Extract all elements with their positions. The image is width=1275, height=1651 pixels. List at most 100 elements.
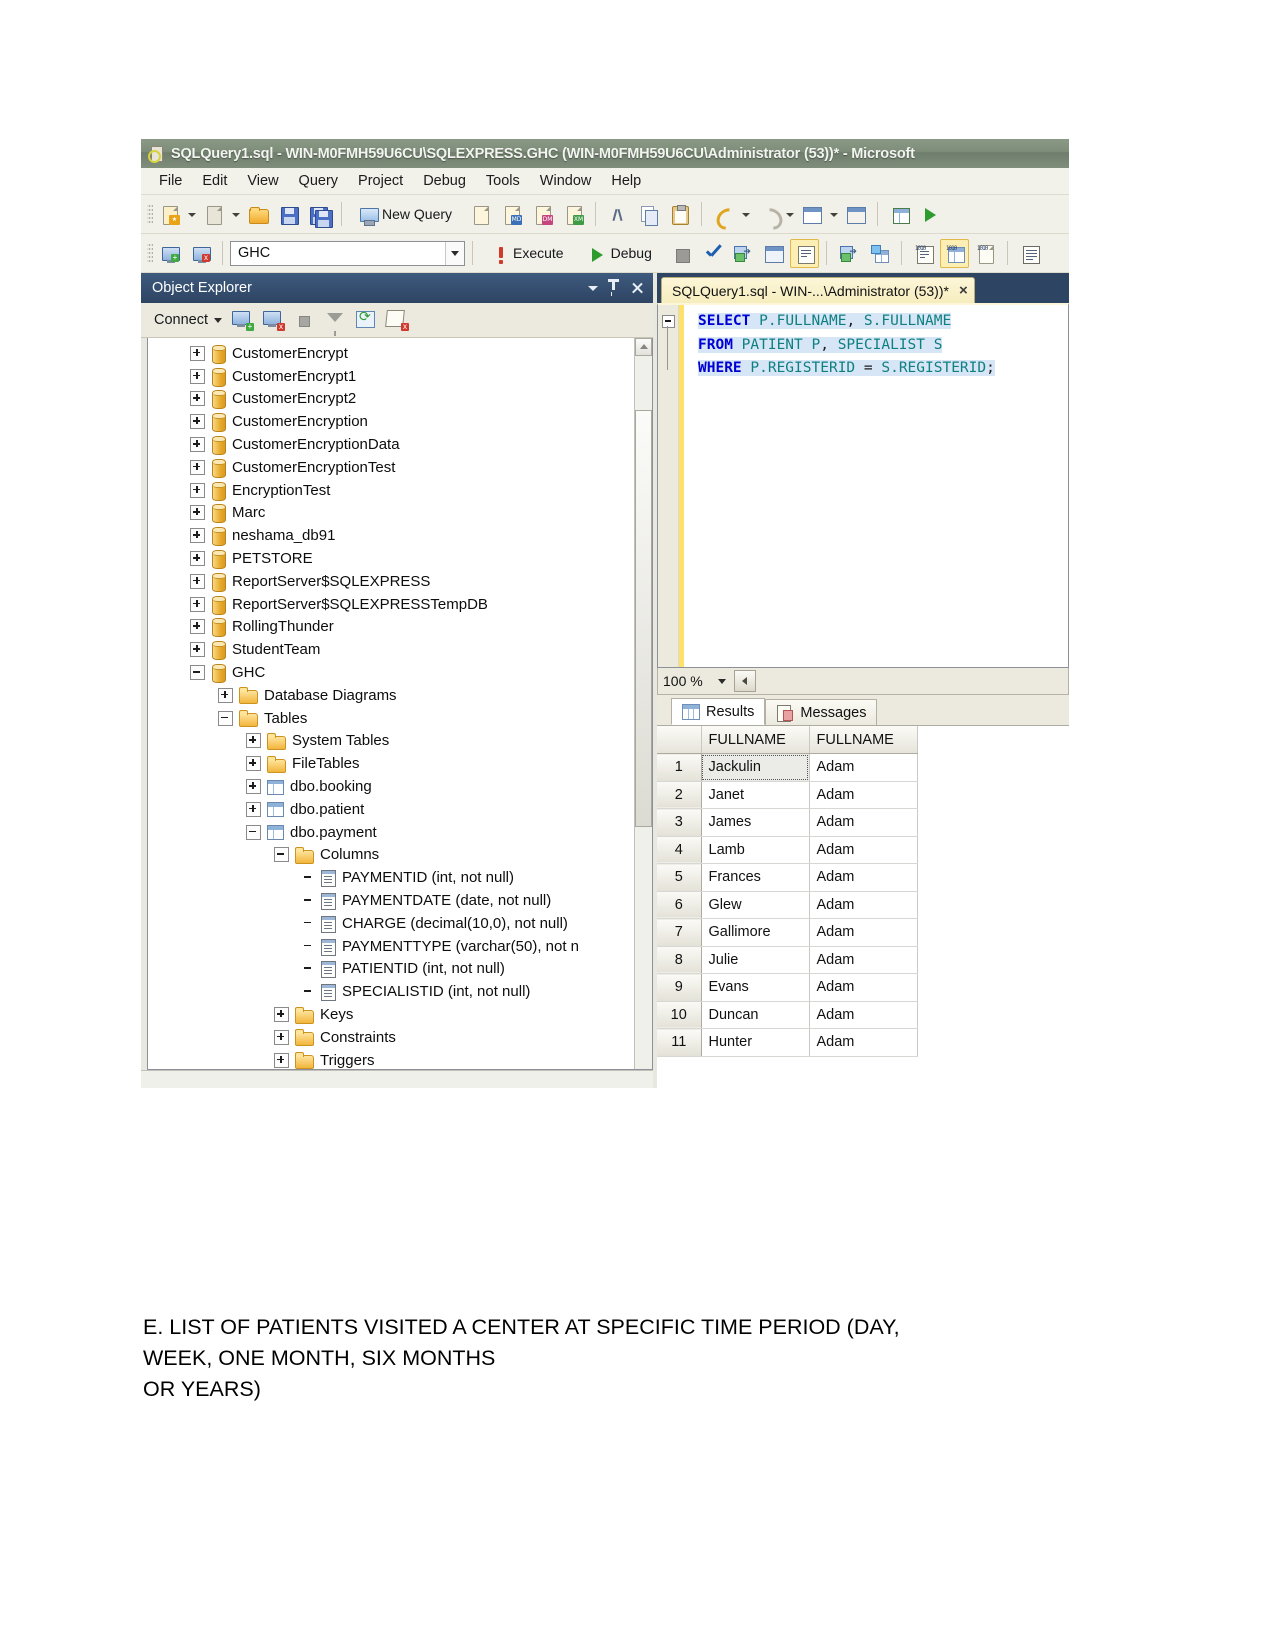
row-number[interactable]: 6 bbox=[657, 891, 702, 919]
database-selector[interactable]: GHC bbox=[230, 240, 465, 266]
expand-icon[interactable] bbox=[190, 505, 205, 521]
expand-icon[interactable] bbox=[218, 687, 233, 703]
tree-node[interactable]: dbo.payment bbox=[148, 821, 635, 844]
expand-icon[interactable] bbox=[246, 733, 261, 749]
expand-icon[interactable] bbox=[190, 642, 205, 658]
cell-fullname-patient[interactable]: Julie bbox=[701, 946, 810, 974]
expand-icon[interactable] bbox=[190, 596, 205, 612]
tree-node[interactable]: CustomerEncrypt2 bbox=[148, 388, 635, 411]
cell-fullname-patient[interactable]: Lamb bbox=[701, 836, 810, 864]
cell-fullname-patient[interactable]: Jackulin bbox=[701, 753, 810, 782]
results-to-file-icon[interactable]: 1010 bbox=[971, 239, 1000, 268]
undo-icon[interactable] bbox=[709, 200, 743, 234]
table-row[interactable]: 1 Jackulin Adam bbox=[657, 753, 918, 782]
parse-icon[interactable] bbox=[697, 239, 726, 268]
tree-node[interactable]: PAYMENTID (int, not null) bbox=[148, 866, 635, 889]
stop-icon[interactable] bbox=[666, 239, 695, 268]
cell-fullname-specialist[interactable]: Adam bbox=[809, 781, 918, 809]
expand-icon[interactable] bbox=[246, 779, 261, 795]
save-all-icon[interactable] bbox=[305, 200, 334, 229]
filter-icon[interactable] bbox=[321, 306, 349, 336]
row-number[interactable]: 10 bbox=[657, 1001, 702, 1029]
object-explorer-tree[interactable]: CustomerEncrypt CustomerEncrypt1 CustomerE… bbox=[147, 338, 653, 1070]
tree-node[interactable]: SPECIALISTID (int, not null) bbox=[148, 980, 635, 1003]
tree-node[interactable]: CustomerEncryption bbox=[148, 410, 635, 433]
redo-icon[interactable] bbox=[753, 200, 787, 234]
include-actual-plan-icon[interactable]: ➔ bbox=[834, 239, 863, 268]
column-header[interactable]: FULLNAME bbox=[809, 726, 918, 754]
tree-node[interactable]: dbo.patient bbox=[148, 798, 635, 821]
tree-node[interactable]: PETSTORE bbox=[148, 547, 635, 570]
new-query-button[interactable]: New Query bbox=[349, 198, 464, 230]
row-number[interactable]: 9 bbox=[657, 973, 702, 1002]
tree-node[interactable]: PAYMENTTYPE (varchar(50), not n bbox=[148, 935, 635, 958]
editor-gutter[interactable] bbox=[658, 305, 679, 667]
tree-node[interactable]: PATIENTID (int, not null) bbox=[148, 958, 635, 981]
row-number[interactable]: 5 bbox=[657, 863, 702, 892]
tree-node[interactable]: Columns bbox=[148, 844, 635, 867]
script-icon[interactable]: x bbox=[383, 306, 411, 334]
refresh-icon[interactable] bbox=[352, 306, 380, 334]
expand-icon[interactable] bbox=[190, 573, 205, 589]
pin-icon[interactable] bbox=[605, 278, 625, 298]
run-icon[interactable] bbox=[916, 200, 945, 229]
tab-messages[interactable]: Messages bbox=[765, 699, 878, 725]
cut-icon[interactable] bbox=[603, 200, 632, 229]
collapse-icon[interactable] bbox=[274, 847, 289, 863]
cell-fullname-specialist[interactable]: Adam bbox=[809, 836, 918, 864]
expand-icon[interactable] bbox=[190, 482, 205, 498]
cell-fullname-patient[interactable]: Janet bbox=[701, 781, 810, 809]
menu-tools[interactable]: Tools bbox=[476, 170, 530, 192]
table-row[interactable]: 3 James Adam bbox=[657, 808, 918, 837]
results-to-grid-icon[interactable]: 1010 bbox=[939, 238, 969, 268]
new-mdx-query-icon[interactable]: MD bbox=[497, 200, 526, 229]
results-to-text-output-icon[interactable]: 1010 bbox=[909, 239, 938, 268]
add-new-item-icon[interactable] bbox=[199, 200, 228, 229]
tree-node[interactable]: CHARGE (decimal(10,0), not null) bbox=[148, 912, 635, 935]
expand-icon[interactable] bbox=[190, 551, 205, 567]
close-icon[interactable] bbox=[627, 278, 647, 298]
tree-node[interactable]: Triggers bbox=[148, 1049, 635, 1069]
tree-node[interactable]: CustomerEncryptionData bbox=[148, 433, 635, 456]
tree-node[interactable]: FileTables bbox=[148, 752, 635, 775]
cell-fullname-specialist[interactable]: Adam bbox=[809, 973, 918, 1002]
collapse-icon[interactable] bbox=[218, 710, 233, 726]
new-xmla-query-icon[interactable]: XM bbox=[559, 200, 588, 229]
tab-sqlquery1[interactable]: SQLQuery1.sql - WIN-...\Administrator (5… bbox=[661, 277, 975, 303]
expand-icon[interactable] bbox=[190, 459, 205, 475]
navigate-dropdown-icon[interactable] bbox=[828, 201, 839, 228]
expand-icon[interactable] bbox=[190, 345, 205, 361]
expand-icon[interactable] bbox=[246, 756, 261, 772]
chevron-down-icon[interactable] bbox=[214, 317, 223, 323]
designer-icon[interactable] bbox=[885, 200, 914, 229]
expand-icon[interactable] bbox=[274, 1029, 289, 1045]
cell-fullname-specialist[interactable]: Adam bbox=[809, 1028, 918, 1057]
expand-icon[interactable] bbox=[274, 1052, 289, 1068]
menu-project[interactable]: Project bbox=[348, 170, 413, 192]
tree-vertical-scrollbar[interactable] bbox=[634, 338, 652, 1069]
menu-view[interactable]: View bbox=[237, 170, 288, 192]
table-row[interactable]: 6 Glew Adam bbox=[657, 891, 918, 919]
cell-fullname-specialist[interactable]: Adam bbox=[809, 753, 918, 782]
toolbar-grip[interactable] bbox=[147, 203, 153, 225]
tree-node[interactable]: Database Diagrams bbox=[148, 684, 635, 707]
connect-button[interactable]: Connect bbox=[150, 309, 225, 331]
chevron-down-icon[interactable] bbox=[445, 241, 464, 265]
cell-fullname-patient[interactable]: James bbox=[701, 808, 810, 837]
redo-dropdown-icon[interactable] bbox=[784, 201, 795, 228]
expand-icon[interactable] bbox=[190, 619, 205, 635]
code-editor[interactable]: SELECT P.FULLNAME, S.FULLNAME FROM PATIEN… bbox=[657, 303, 1069, 668]
cell-fullname-specialist[interactable]: Adam bbox=[809, 1001, 918, 1029]
save-icon[interactable] bbox=[274, 200, 303, 229]
table-row[interactable]: 9 Evans Adam bbox=[657, 973, 918, 1002]
cell-fullname-specialist[interactable]: Adam bbox=[809, 808, 918, 837]
results-grid[interactable]: FULLNAME FULLNAME 1 Jackulin Adam 2 Janet Adam 3… bbox=[657, 725, 1069, 1088]
copy-icon[interactable] bbox=[634, 200, 663, 229]
tree-node[interactable]: System Tables bbox=[148, 730, 635, 753]
cell-fullname-patient[interactable]: Evans bbox=[701, 973, 810, 1002]
collapse-icon[interactable] bbox=[246, 824, 261, 840]
tree-node[interactable]: StudentTeam bbox=[148, 638, 635, 661]
undo-dropdown-icon[interactable] bbox=[740, 201, 751, 228]
table-row[interactable]: 11 Hunter Adam bbox=[657, 1028, 918, 1057]
new-item-icon[interactable]: ★ bbox=[155, 200, 184, 229]
